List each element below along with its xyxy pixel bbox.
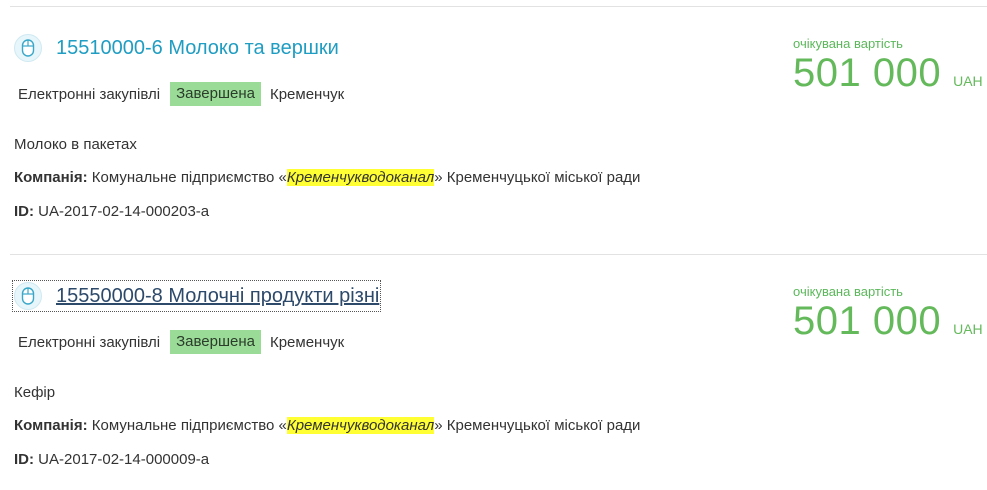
tender-description: Молоко в пакетах <box>14 136 137 153</box>
company-line: Компанія: Комунальне підприємство «Креме… <box>14 169 640 186</box>
price-currency: UAH <box>953 73 983 89</box>
company-highlight: Кременчукводоканал <box>286 169 435 186</box>
id-value: UA-2017-02-14-000203-a <box>38 203 210 220</box>
company-line: Компанія: Комунальне підприємство «Креме… <box>14 417 640 434</box>
price-amount: 501 000 <box>793 51 942 95</box>
id-label: ID: <box>14 203 34 220</box>
company-highlight: Кременчукводоканал <box>286 417 435 434</box>
tender-meta: Електронні закупівлі Завершена Кременчук <box>18 82 344 106</box>
tender-id-line: ID: UA-2017-02-14-000203-a <box>14 203 209 220</box>
price-caption: очікувана вартість <box>793 36 903 51</box>
mouse-icon <box>14 34 42 62</box>
status-badge: Завершена <box>170 330 261 354</box>
tender-id-line: ID: UA-2017-02-14-000009-a <box>14 451 209 468</box>
tender-title-row[interactable]: 15510000-6 Молоко та вершки <box>14 34 339 62</box>
tender-card: 15550000-8 Молочні продукти різні Електр… <box>0 248 987 488</box>
status-badge: Завершена <box>170 82 261 106</box>
price-value: 501 000 UAH <box>793 51 983 95</box>
price-caption: очікувана вартість <box>793 284 903 299</box>
price-block: очікувана вартість 501 000 UAH <box>793 284 983 343</box>
company-prefix: Комунальне підприємство « <box>91 417 287 434</box>
procurement-type: Електронні закупівлі <box>18 85 161 103</box>
price-amount: 501 000 <box>793 299 942 343</box>
tender-title-link[interactable]: 15510000-6 Молоко та вершки <box>56 38 339 58</box>
price-value: 501 000 UAH <box>793 299 983 343</box>
procurement-type: Електронні закупівлі <box>18 333 161 351</box>
id-label: ID: <box>14 451 34 468</box>
city: Кременчук <box>269 333 345 351</box>
company-prefix: Комунальне підприємство « <box>91 169 287 186</box>
tender-meta: Електронні закупівлі Завершена Кременчук <box>18 330 344 354</box>
price-currency: UAH <box>953 321 983 337</box>
company-label: Компанія: <box>14 417 88 434</box>
tender-description: Кефір <box>14 384 56 401</box>
price-block: очікувана вартість 501 000 UAH <box>793 36 983 95</box>
tender-title-row[interactable]: 15550000-8 Молочні продукти різні <box>11 280 382 312</box>
tender-title-link[interactable]: 15550000-8 Молочні продукти різні <box>56 286 379 306</box>
company-label: Компанія: <box>14 169 88 186</box>
tender-card: 15510000-6 Молоко та вершки Електронні з… <box>0 0 987 240</box>
city: Кременчук <box>269 85 345 103</box>
company-suffix: » Кременчуцької міської ради <box>434 169 641 186</box>
mouse-icon <box>14 282 42 310</box>
company-suffix: » Кременчуцької міської ради <box>434 417 641 434</box>
id-value: UA-2017-02-14-000009-a <box>38 451 210 468</box>
